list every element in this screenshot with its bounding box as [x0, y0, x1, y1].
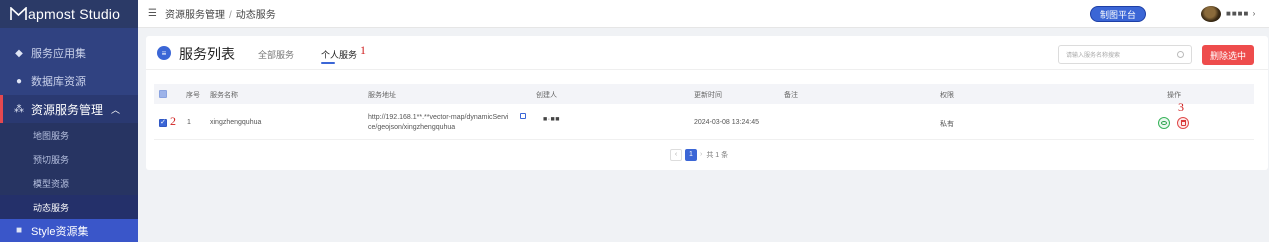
avatar[interactable]: [1201, 6, 1221, 22]
sidebar-item-label: Style资源集: [31, 225, 89, 238]
address-line: http://192.168.1**.**vector-map/dynamicS…: [368, 114, 509, 121]
app-logo[interactable]: apmost Studio: [0, 0, 138, 28]
table-header: 序号 服务名称 服务地址 创建人 更新时间 备注 权限 操作: [154, 84, 1254, 104]
search-placeholder: 请输入服务名称搜索: [1066, 53, 1121, 59]
app-title: apmost Studio: [28, 6, 121, 22]
page-number-button[interactable]: 1: [685, 148, 697, 161]
view-button[interactable]: [1158, 117, 1170, 129]
tab-all-services[interactable]: 全部服务: [258, 48, 294, 61]
sidebar-subitem-label: 模型资源: [33, 178, 70, 189]
column-header: 序号: [186, 92, 200, 99]
search-icon[interactable]: [1177, 51, 1184, 58]
pagination-total: 共 1 条: [706, 151, 729, 159]
column-header: 服务名称: [210, 92, 238, 99]
logo-icon: [10, 7, 27, 20]
column-header: 服务地址: [368, 92, 396, 99]
chevron-up-icon: ︿: [110, 104, 120, 115]
sidebar-item-label: 资源服务管理: [31, 102, 104, 117]
database-icon: ●: [15, 75, 23, 87]
sidebar-menu: ◆ 服务应用集 ● 数据库资源 ⁂ 资源服务管理 ︿ 地图服务 预切服务 模型资…: [0, 28, 138, 242]
sidebar-subitem-dynamic-service[interactable]: 动态服务: [0, 195, 138, 219]
platform-button[interactable]: 制图平台: [1090, 6, 1147, 22]
user-menu[interactable]: ■■■■ ›: [1226, 9, 1256, 18]
column-header: 操作: [1167, 92, 1181, 99]
top-bar: ☰ 资源服务管理 / 动态服务 制图平台 ■■■■ ›: [138, 0, 1269, 28]
service-list-panel: ≡ 服务列表 全部服务 个人服务 1 请输入服务名称搜索 删除选中 序号 服务名…: [146, 36, 1268, 170]
panel-header: ≡ 服务列表 全部服务 个人服务 1 请输入服务名称搜索 删除选中: [146, 36, 1268, 70]
menu-toggle-icon[interactable]: ☰: [148, 8, 157, 19]
tab-personal-services[interactable]: 个人服务: [321, 48, 357, 61]
row-permission: 私有: [940, 121, 954, 128]
breadcrumb-item[interactable]: 资源服务管理: [165, 10, 225, 21]
select-all-checkbox[interactable]: [159, 90, 167, 98]
sidebar-subitem-model-resource[interactable]: 模型资源: [0, 171, 138, 195]
annotation-number: 2: [170, 114, 176, 128]
sidebar-item-resource-service[interactable]: ⁂ 资源服务管理 ︿: [0, 95, 138, 123]
column-header: 创建人: [536, 92, 557, 99]
breadcrumb-separator: /: [228, 10, 232, 21]
chevron-down-icon: ›: [1252, 9, 1257, 18]
address-line: ce/geojson/xingzhengquhua: [368, 124, 456, 131]
sidebar-item-service-apps[interactable]: ◆ 服务应用集: [0, 40, 138, 66]
row-service-name: xingzhengquhua: [210, 119, 262, 126]
column-header: 备注: [784, 92, 798, 99]
delete-selected-button[interactable]: 删除选中: [1202, 45, 1254, 65]
style-icon: ■: [15, 225, 23, 236]
column-header: 权限: [940, 92, 954, 99]
row-service-address: http://192.168.1**.**vector-map/dynamicS…: [368, 113, 508, 133]
delete-button[interactable]: [1177, 117, 1189, 129]
column-header: 更新时间: [694, 92, 722, 99]
search-input[interactable]: 请输入服务名称搜索: [1058, 45, 1192, 64]
sidebar: apmost Studio ◆ 服务应用集 ● 数据库资源 ⁂ 资源服务管理 ︿…: [0, 0, 138, 242]
row-checkbox[interactable]: ✓: [159, 119, 167, 127]
prev-page-button[interactable]: ‹: [670, 148, 682, 161]
sidebar-item-label: 服务应用集: [31, 48, 86, 60]
active-tab-indicator: [321, 62, 335, 64]
user-name: ■■■■: [1226, 9, 1250, 18]
pagination: ‹ 1 › 共 1 条: [670, 148, 728, 161]
sidebar-subitem-pre-cut-service[interactable]: 预切服务: [0, 147, 138, 171]
eye-icon: [1161, 121, 1167, 125]
copy-icon[interactable]: [520, 113, 526, 119]
page-title: 服务列表: [179, 46, 235, 62]
sidebar-item-style[interactable]: ■ Style资源集: [0, 219, 138, 242]
trash-icon: [1180, 120, 1186, 126]
next-page-button[interactable]: ›: [700, 151, 702, 158]
sidebar-subitem-label: 地图服务: [33, 130, 70, 141]
table-row: ✓ 2 1 xingzhengquhua http://192.168.1**.…: [154, 106, 1254, 140]
breadcrumb: 资源服务管理 / 动态服务: [165, 6, 276, 21]
stack-icon: ≡: [157, 46, 171, 60]
sidebar-subitem-label: 预切服务: [33, 154, 70, 165]
sidebar-subitem-map-service[interactable]: 地图服务: [0, 123, 138, 147]
share-icon: ⁂: [14, 103, 24, 115]
layers-icon: ◆: [15, 47, 23, 59]
annotation-number: 1: [360, 43, 366, 57]
sidebar-subitem-label: 动态服务: [33, 202, 70, 213]
row-creator: ■·■■: [543, 116, 561, 123]
row-index: 1: [187, 119, 191, 126]
sidebar-item-label: 数据库资源: [31, 76, 86, 88]
sidebar-item-database[interactable]: ● 数据库资源: [0, 68, 138, 94]
row-updated-time: 2024-03-08 13:24:45: [694, 119, 759, 126]
breadcrumb-item-current: 动态服务: [235, 10, 276, 21]
